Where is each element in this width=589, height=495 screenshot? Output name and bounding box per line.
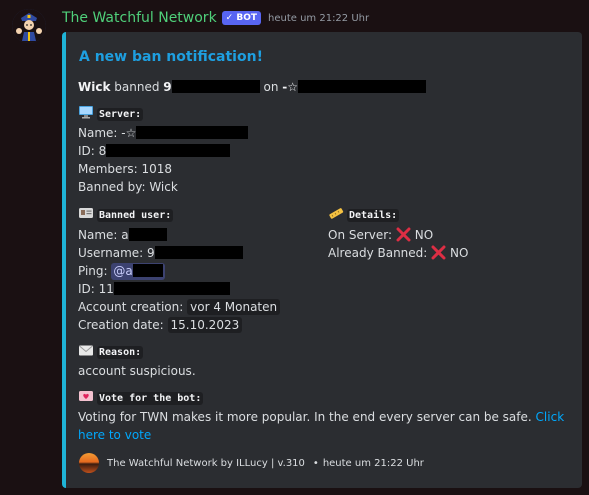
redaction-bar [106, 144, 231, 157]
banned-user-ping-row: Ping: @a [78, 262, 165, 280]
on-text: on [263, 80, 279, 94]
id-card-icon [78, 206, 94, 220]
vote-text: Voting for TWN makes it more popular. In… [78, 410, 532, 424]
ban-embed: A new ban notification! Wick banned 9 on… [62, 32, 582, 488]
bot-avatar[interactable] [12, 9, 46, 43]
redaction-bar [136, 126, 249, 139]
mention-prefix: @a [113, 264, 133, 278]
redaction-bar [113, 282, 230, 295]
account-creation-label: Account creation: [78, 300, 184, 314]
account-creation-row: Account creation: vor 4 Monaten [78, 298, 281, 316]
actor-name: Wick [78, 80, 111, 94]
already-banned-label: Already Banned: [328, 246, 428, 260]
embed-title: A new ban notification! [79, 49, 263, 65]
user-name-prefix: a [121, 228, 129, 242]
details-field-heading: Details: [328, 205, 400, 225]
banned-user-username-row: Username: 9 [78, 244, 243, 262]
computer-icon [78, 105, 94, 119]
vote-link[interactable]: here to vote [78, 428, 151, 442]
cross-mark-icon [396, 227, 411, 242]
user-id-prefix: 11 [98, 282, 114, 296]
footer-separator: • [312, 457, 319, 469]
footer-time: heute um 21:22 Uhr [322, 457, 424, 469]
footer-text: The Watchful Network by ILLucy | v.310 [107, 457, 305, 469]
heart-letter-icon [78, 389, 94, 403]
bot-username[interactable]: The Watchful Network [62, 10, 217, 26]
server-members-row: Members: 1018 [78, 160, 172, 178]
server-id-row: ID: 8 [78, 142, 231, 160]
server-name-prefix: -☆ [121, 126, 137, 140]
footer-sunset-icon [79, 453, 99, 473]
embed-footer: The Watchful Network by ILLucy | v.310 •… [79, 453, 424, 473]
on-server-label: On Server: [328, 228, 393, 242]
bot-tag: ✓ BOT [221, 11, 261, 25]
redaction-bar [154, 246, 243, 259]
vote-text-line2: here to vote [78, 426, 151, 444]
user-name-label: Name: [78, 228, 118, 242]
server-field-heading: Server: [78, 104, 144, 124]
redaction-bar [128, 228, 167, 241]
banned-by-value: Wick [149, 180, 178, 194]
intro-line: Wick banned 9 on -☆ [78, 78, 427, 96]
server-name-row: Name: -☆ [78, 124, 249, 142]
reason-field-heading: Reason: [78, 342, 144, 362]
reason-text: account suspicious. [78, 364, 196, 378]
redaction-bar [298, 80, 427, 93]
already-banned-row: Already Banned: NO [328, 244, 468, 262]
vote-text-line1: Voting for TWN makes it more popular. In… [78, 408, 564, 426]
server-prefix: -☆ [282, 80, 299, 94]
banned-by-label: Banned by: [78, 180, 146, 194]
server-id-label: ID: [78, 144, 95, 158]
vote-link[interactable]: Click [536, 410, 565, 424]
verb-text: banned [114, 80, 160, 94]
creation-date-label: Creation date: [78, 318, 164, 332]
envelope-icon [78, 343, 94, 357]
cross-mark-icon [431, 245, 446, 260]
server-banned-by-row: Banned by: Wick [78, 178, 178, 196]
vote-field-name: Vote for the bot: [97, 392, 204, 405]
username-prefix: 9 [147, 246, 155, 260]
user-id-label: ID: [78, 282, 95, 296]
username-label: Username: [78, 246, 144, 260]
banned-user-field-name: Banned user: [97, 209, 174, 222]
on-server-row: On Server: NO [328, 226, 433, 244]
message-timestamp[interactable]: heute um 21:22 Uhr [268, 13, 369, 24]
server-id-prefix: 8 [98, 144, 107, 158]
on-server-value: NO [414, 228, 434, 242]
banned-user-field-heading: Banned user: [78, 205, 174, 225]
ruler-icon [328, 206, 344, 220]
vote-field-heading: Vote for the bot: [78, 388, 204, 408]
server-field-name: Server: [97, 108, 144, 121]
members-label: Members: [78, 162, 138, 176]
server-name-label: Name: [78, 126, 118, 140]
target-prefix: 9 [163, 80, 172, 94]
user-mention[interactable]: @a [111, 263, 165, 280]
details-field-name: Details: [347, 209, 400, 222]
creation-date-row: Creation date: 15.10.2023 [78, 316, 243, 334]
creation-date-value: 15.10.2023 [167, 317, 243, 333]
already-banned-value: NO [449, 246, 469, 260]
banned-user-name-row: Name: a [78, 226, 167, 244]
message-header: The Watchful Network ✓ BOT heute um 21:2… [62, 9, 369, 27]
redaction-bar [132, 264, 163, 277]
redaction-bar [171, 80, 260, 93]
ping-label: Ping: [78, 264, 108, 278]
account-creation-value: vor 4 Monaten [187, 299, 281, 315]
reason-field-name: Reason: [97, 346, 144, 359]
banned-user-id-row: ID: 11 [78, 280, 230, 298]
members-value: 1018 [141, 162, 173, 176]
